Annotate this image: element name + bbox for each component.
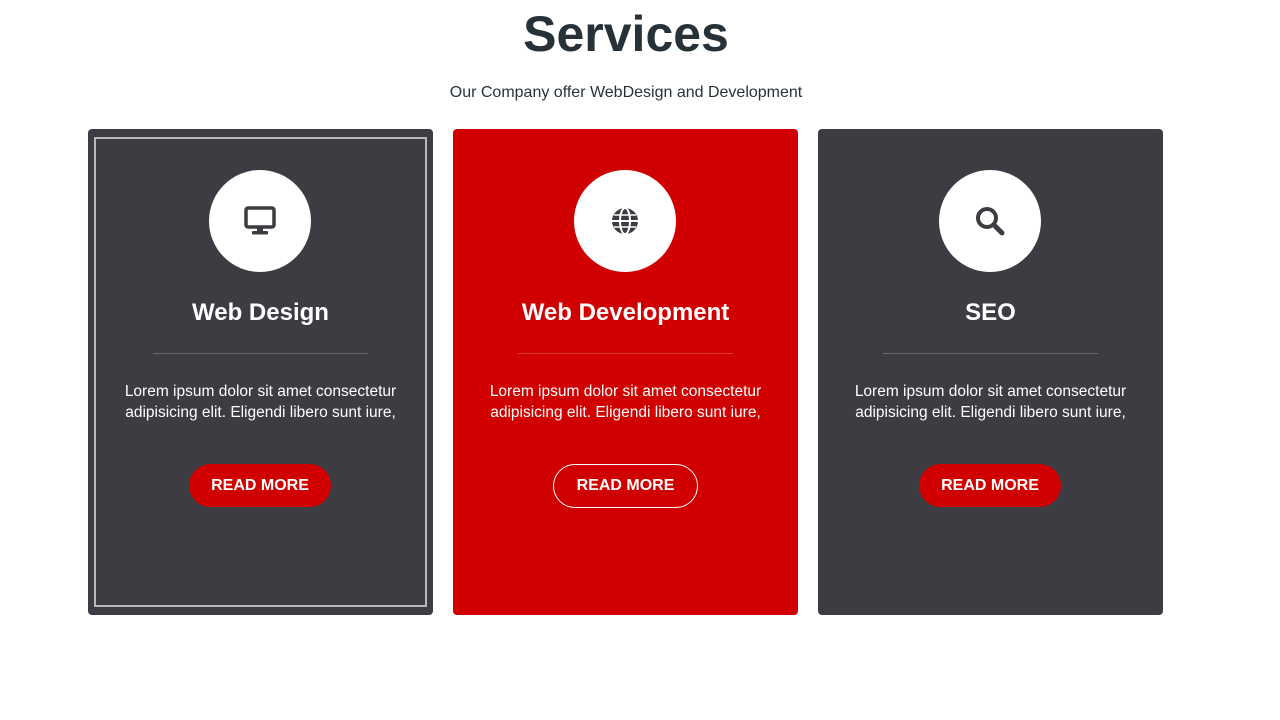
read-more-button[interactable]: READ MORE bbox=[553, 464, 698, 508]
card-divider bbox=[883, 353, 1098, 354]
service-card-web-development: Web Development Lorem ipsum dolor sit am… bbox=[453, 129, 798, 615]
section-title: Services bbox=[523, 6, 729, 62]
card-title: Web Development bbox=[521, 299, 730, 326]
read-more-button[interactable]: READ MORE bbox=[919, 464, 1061, 507]
icon-circle bbox=[939, 170, 1041, 272]
icon-circle bbox=[209, 170, 311, 272]
card-description: Lorem ipsum dolor sit amet consectetur a… bbox=[489, 383, 762, 421]
card-title: Web Design bbox=[192, 299, 329, 326]
section-subtitle: Our Company offer WebDesign and Developm… bbox=[449, 84, 803, 101]
card-divider bbox=[518, 353, 733, 354]
card-description: Lorem ipsum dolor sit amet consectetur a… bbox=[854, 383, 1127, 421]
services-page: Services Our Company offer WebDesign and… bbox=[0, 0, 1280, 720]
service-card-seo: SEO Lorem ipsum dolor sit amet consectet… bbox=[818, 129, 1163, 615]
desktop-icon bbox=[244, 206, 276, 236]
service-card-web-design: Web Design Lorem ipsum dolor sit amet co… bbox=[88, 129, 433, 615]
card-description: Lorem ipsum dolor sit amet consectetur a… bbox=[124, 383, 397, 421]
card-title: SEO bbox=[965, 299, 1016, 326]
globe-icon bbox=[610, 206, 640, 236]
search-icon bbox=[974, 205, 1006, 237]
icon-circle bbox=[574, 170, 676, 272]
card-divider bbox=[153, 353, 368, 354]
read-more-button[interactable]: READ MORE bbox=[189, 464, 331, 507]
